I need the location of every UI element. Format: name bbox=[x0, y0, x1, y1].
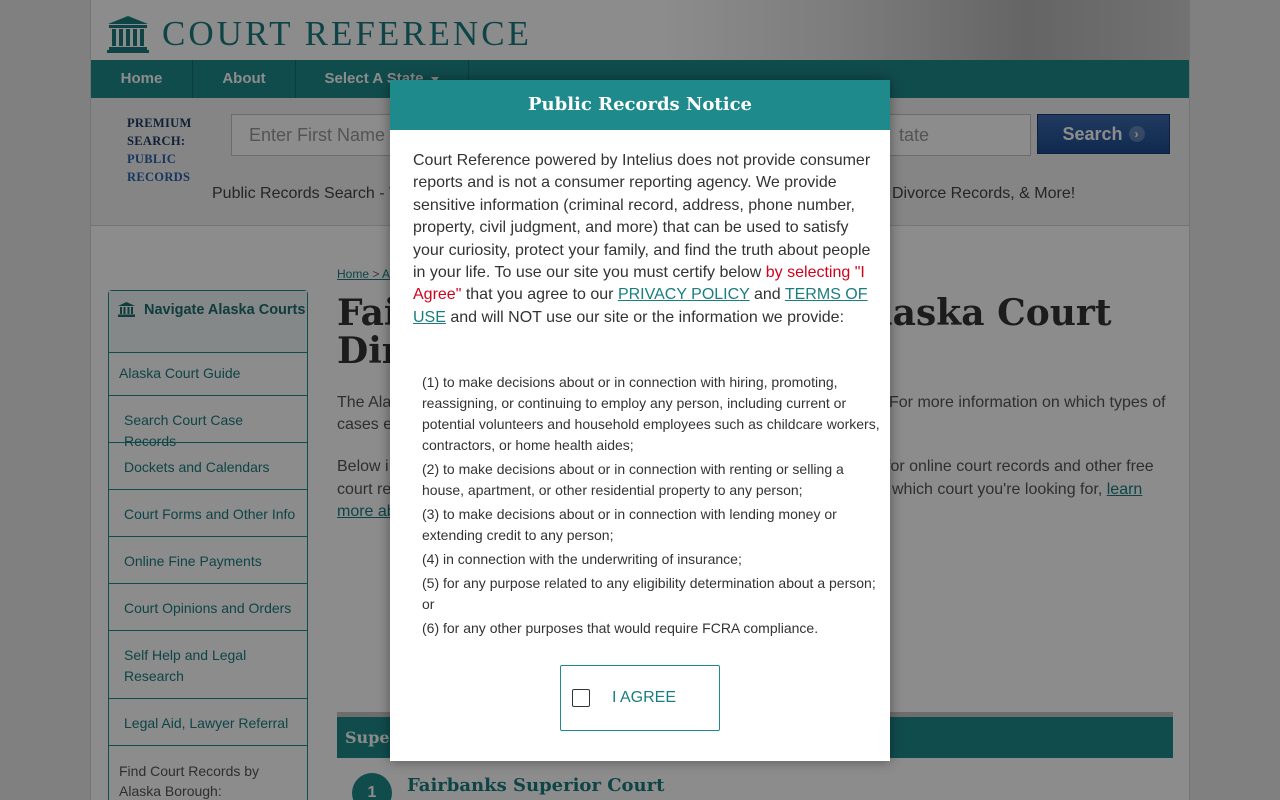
modal-title: Public Records Notice bbox=[390, 80, 890, 130]
list-item: (1) to make decisions about or in connec… bbox=[422, 374, 880, 453]
privacy-policy-link[interactable]: PRIVACY POLICY bbox=[618, 286, 750, 303]
checkbox-icon[interactable] bbox=[572, 689, 590, 707]
i-agree-button[interactable]: I AGREE bbox=[560, 665, 720, 731]
modal-notice-text: Court Reference powered by Intelius does… bbox=[413, 150, 875, 329]
list-item: (2) to make decisions about or in connec… bbox=[422, 461, 844, 498]
list-item: (6) for any other purposes that would re… bbox=[422, 620, 819, 636]
i-agree-label: I AGREE bbox=[612, 689, 677, 706]
public-records-notice-modal: Public Records Notice Court Reference po… bbox=[390, 80, 890, 761]
list-item: (4) in connection with the underwriting … bbox=[422, 551, 742, 567]
list-item: (3) to make decisions about or in connec… bbox=[422, 506, 837, 543]
notice-text-1: Court Reference powered by Intelius does… bbox=[413, 152, 871, 282]
notice-text-2: that you agree to our bbox=[465, 286, 614, 304]
list-item: (5) for any purpose related to any eligi… bbox=[422, 575, 876, 612]
prohibited-uses-list: (1) to make decisions about or in connec… bbox=[422, 372, 884, 642]
notice-text-and: and bbox=[754, 286, 781, 304]
notice-text-3: and will NOT use our site or the informa… bbox=[450, 308, 845, 326]
